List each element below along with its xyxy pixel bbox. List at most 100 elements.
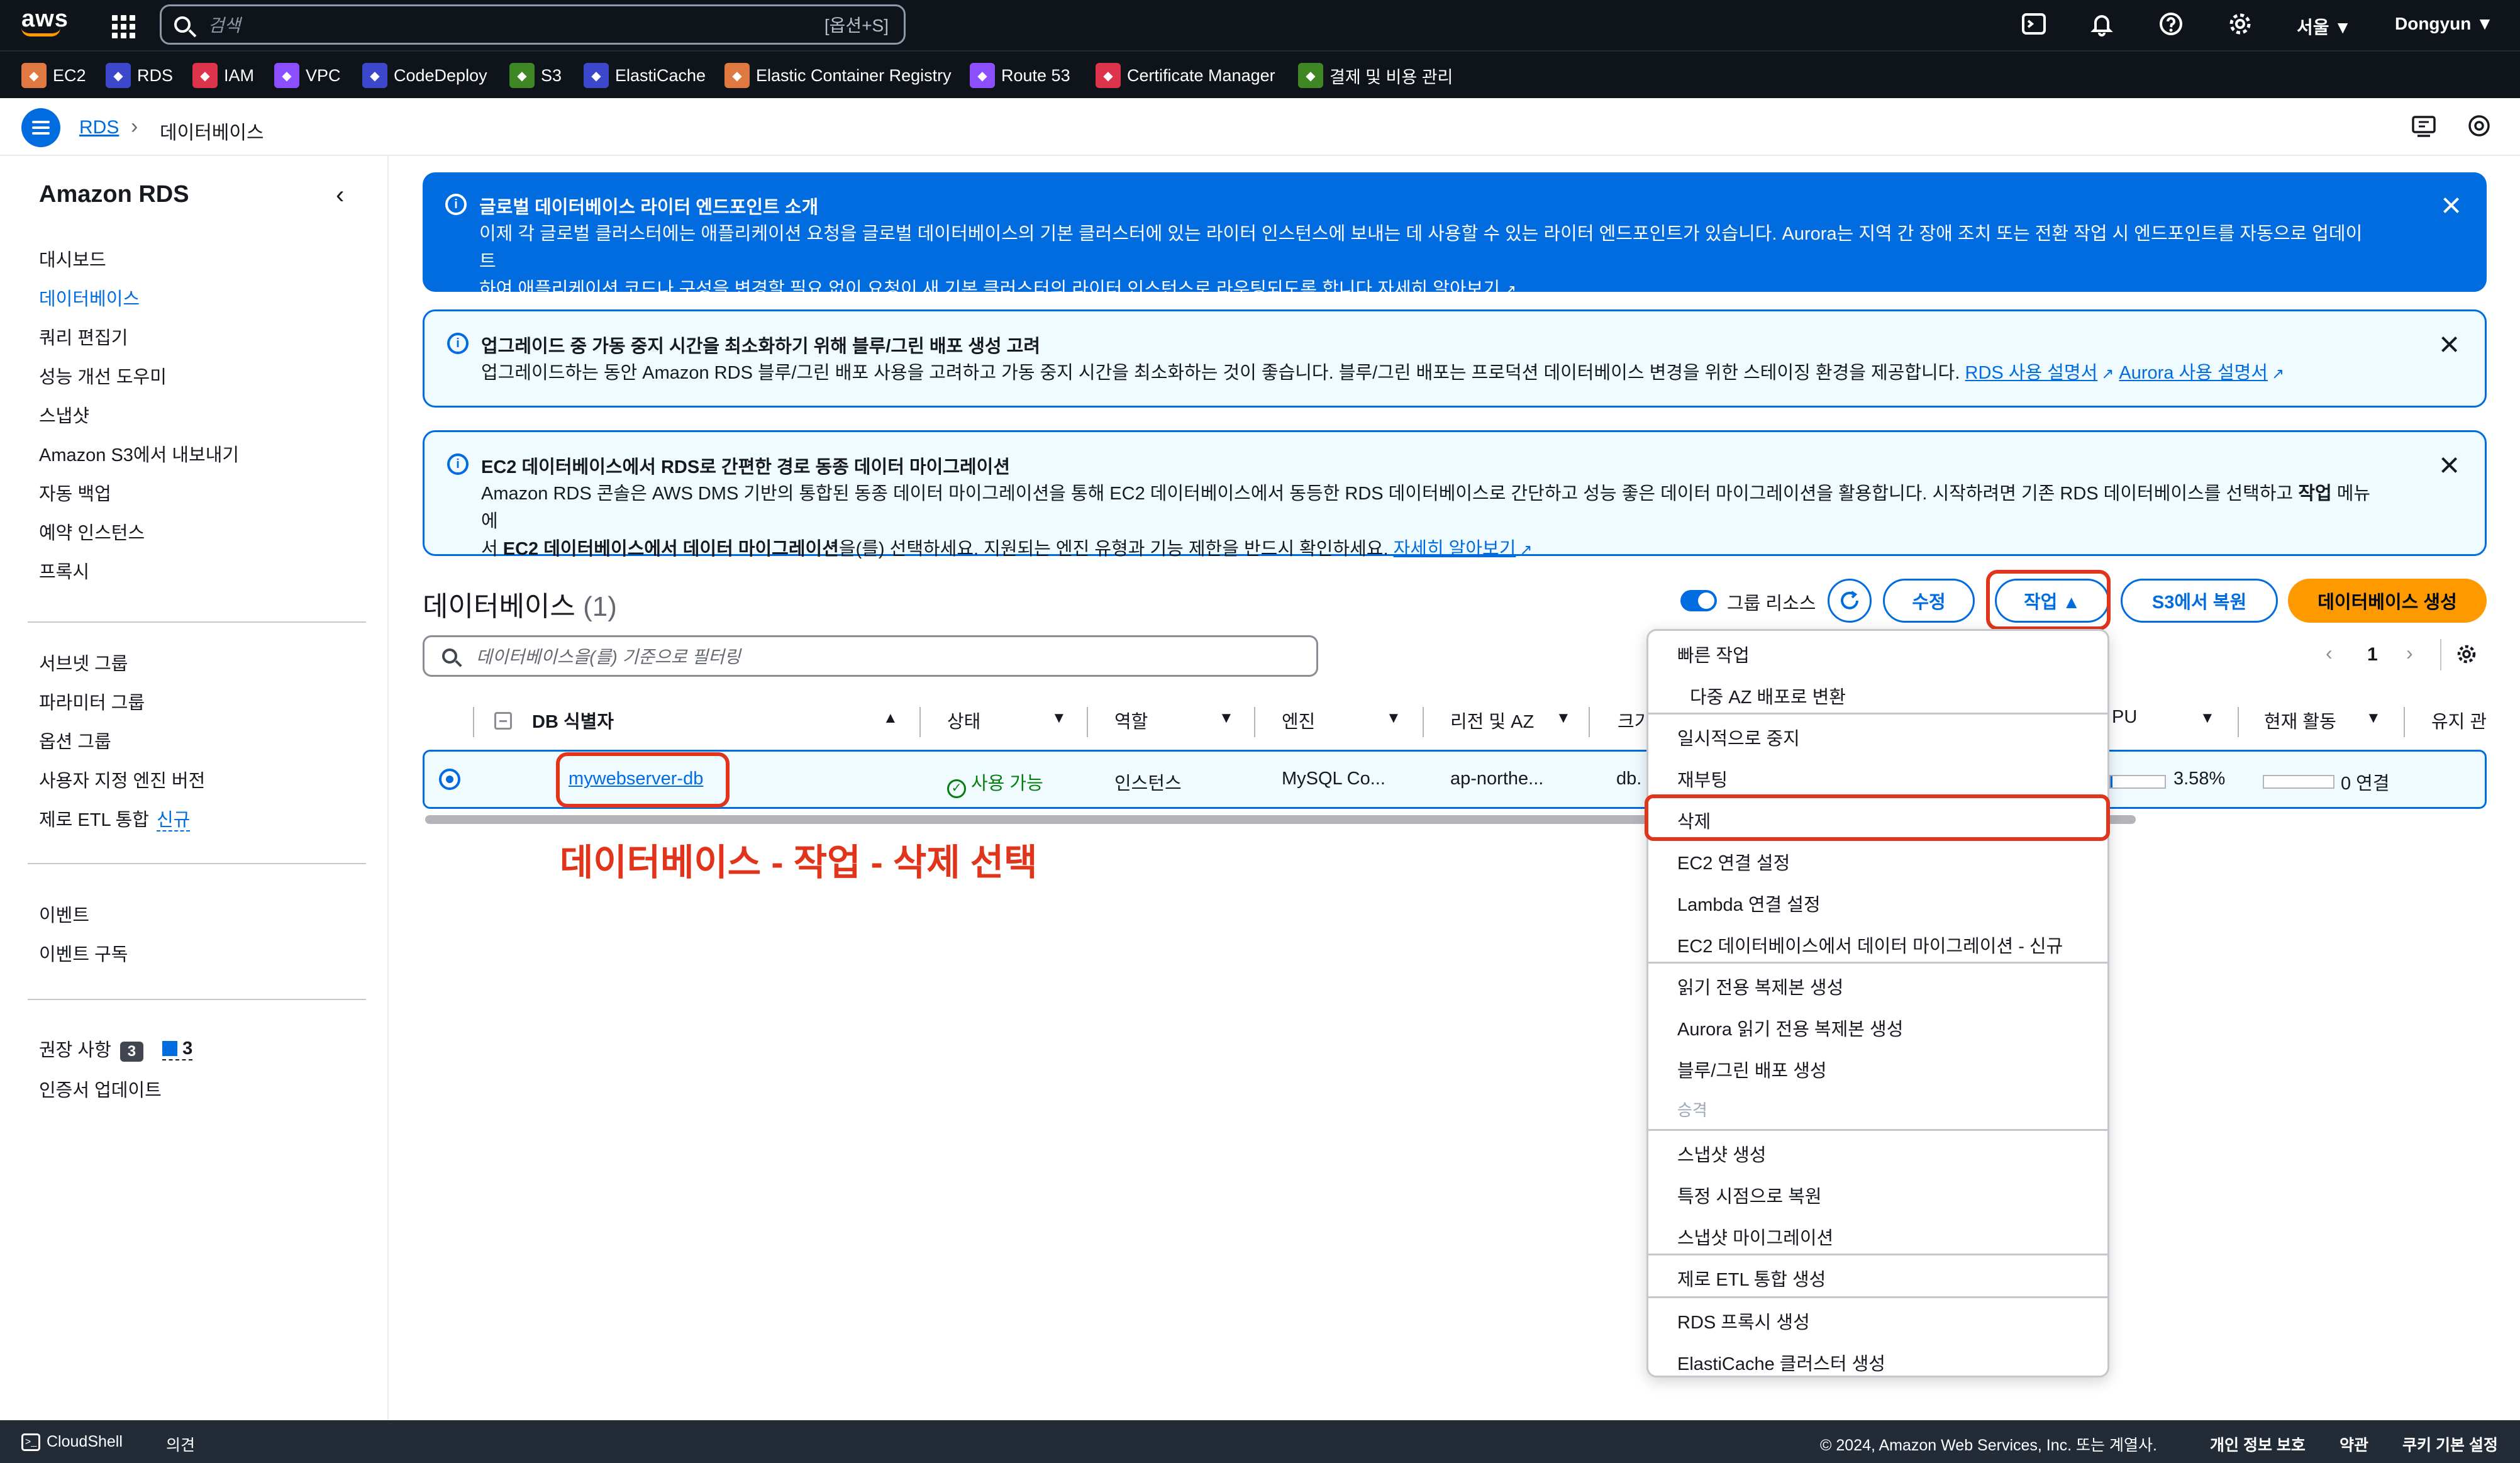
sort-icon[interactable]: ▼ [2366,709,2381,727]
col-engine[interactable]: 엔진 [1282,707,1315,733]
col-region-az[interactable]: 리전 및 AZ [1450,707,1534,733]
sort-icon[interactable]: ▼ [1556,709,1571,727]
expand-all-checkbox[interactable] [494,712,512,730]
help-icon[interactable] [2157,11,2185,39]
sort-ascending-icon[interactable]: ▲ [883,709,898,727]
sidebar-item[interactable]: 이벤트 구독 [39,940,128,966]
feedback-link[interactable]: 의견 [166,1433,195,1455]
search-input[interactable]: 검색 [옵션+S] [160,4,906,45]
menu-item-aurora-read-replica[interactable]: Aurora 읽기 전용 복제본 생성 [1677,1015,1903,1041]
sidebar-item[interactable]: 쿼리 편집기 [39,323,128,350]
aurora-user-guide-link[interactable]: Aurora 사용 설명서 [2119,363,2268,383]
menu-item-reboot[interactable]: 재부팅 [1677,765,1728,792]
menu-item-data-migration[interactable]: EC2 데이터베이스에서 데이터 마이그레이션 - 신규 [1677,932,2063,958]
favorite-vpc[interactable]: ◆ VPC [274,63,341,88]
cloudshell-icon[interactable] [2020,11,2048,39]
terms-link[interactable]: 약관 [2340,1433,2368,1455]
sidebar-item[interactable]: 파라미터 그룹 [39,688,145,715]
group-resources-toggle[interactable] [1680,590,1717,611]
sort-icon[interactable]: ▼ [2200,709,2215,727]
sidebar-item[interactable]: 제로 ETL 통합 신규 [39,805,191,832]
refresh-button[interactable] [1828,579,1872,623]
next-page-icon[interactable]: › [2406,642,2413,665]
favorite-certificate-manager[interactable]: ◆ Certificate Manager [1096,63,1275,88]
modify-button[interactable]: 수정 [1883,579,1975,623]
col-role[interactable]: 역할 [1114,707,1148,733]
cloudshell-button[interactable]: >_ CloudShell [21,1433,123,1452]
sidebar-item[interactable]: 자동 백업 [39,479,111,506]
close-icon[interactable]: × [2439,447,2460,482]
breadcrumb-rds[interactable]: RDS [79,117,119,138]
breadcrumb-current: 데이터베이스 [160,123,264,143]
close-icon[interactable]: × [2439,326,2460,362]
menu-item-blue-green[interactable]: 블루/그린 배포 생성 [1677,1056,1827,1082]
favorite-billing[interactable]: ◆ 결제 및 비용 관리 [1298,63,1453,88]
menu-item-point-in-time[interactable]: 특정 시점으로 복원 [1677,1182,1822,1208]
sidebar-item-cert-update[interactable]: 인증서 업데이트 [39,1076,162,1102]
rds-user-guide-link[interactable]: RDS 사용 설명서 [1965,363,2098,383]
menu-item-stop[interactable]: 일시적으로 중지 [1677,724,1800,750]
gear-icon[interactable] [2226,11,2254,39]
sidebar-item[interactable]: 성능 개선 도우미 [39,362,167,389]
menu-item-snapshot[interactable]: 스냅샷 생성 [1677,1140,1766,1167]
services-grid-icon[interactable] [109,13,135,38]
sidebar-item[interactable]: 대시보드 [39,245,106,272]
filter-input[interactable]: 데이터베이스을(를) 기준으로 필터링 [423,635,1318,677]
footer: >_ CloudShell 의견 © 2024, Amazon Web Servi… [0,1420,2520,1463]
sidebar-item[interactable]: 데이터베이스 [39,284,140,311]
sidebar-item[interactable]: 스냅샷 [39,401,89,428]
menu-icon[interactable] [21,108,60,147]
favorite-ec2[interactable]: ◆ EC2 [21,63,86,88]
menu-item-lambda-connection[interactable]: Lambda 연결 설정 [1677,890,1821,916]
col-maintenance[interactable]: 유지 관 [2431,707,2487,733]
menu-item-ec2-connection[interactable]: EC2 연결 설정 [1677,848,1790,875]
sort-icon[interactable]: ▼ [1052,709,1067,727]
sidebar-item[interactable]: Amazon S3에서 내보내기 [39,440,239,467]
menu-item-migrate-snapshot[interactable]: 스냅샷 마이그레이션 [1677,1223,1833,1250]
sidebar-item-recommendations[interactable]: 권장 사항 3 3 [39,1035,193,1062]
favorite-route-53[interactable]: ◆ Route 53 [970,63,1070,88]
sidebar-item[interactable]: 예약 인스턴스 [39,518,145,545]
region-selector[interactable]: 서울 ▼ [2297,14,2351,39]
row-radio[interactable] [439,769,460,790]
menu-item-convert-multi-az[interactable]: 다중 AZ 배포로 변환 [1690,682,1846,709]
sidebar-item[interactable]: 옵션 그룹 [39,727,111,754]
menu-item-elasticache[interactable]: ElastiCache 클러스터 생성 [1677,1349,1885,1376]
favorite-elasticache[interactable]: ◆ ElastiCache [584,63,706,88]
privacy-link[interactable]: 개인 정보 보호 [2210,1433,2306,1455]
sidebar-item[interactable]: 이벤트 [39,901,89,927]
favorite-s3[interactable]: ◆ S3 [509,63,562,88]
col-status[interactable]: 상태 [947,707,980,733]
aws-logo[interactable]: aws [21,6,72,44]
favorite-rds[interactable]: ◆ RDS [106,63,173,88]
recommendation-info-badge[interactable]: 3 [162,1038,193,1060]
favorite-codedeploy[interactable]: ◆ CodeDeploy [362,63,487,88]
col-db-identifier[interactable]: DB 식별자 [532,707,614,733]
sidebar-item[interactable]: 사용자 지정 엔진 버전 [39,766,205,793]
sidebar-item[interactable]: 서브넷 그룹 [39,649,128,676]
feedback-panel-icon[interactable] [2411,113,2436,142]
user-menu[interactable]: Dongyun ▼ [2395,14,2494,34]
favorite-iam[interactable]: ◆ IAM [192,63,254,88]
restore-from-s3-button[interactable]: S3에서 복원 [2121,579,2278,623]
sort-icon[interactable]: ▼ [1386,709,1401,727]
learn-more-link[interactable]: 자세히 알아보기 [1377,279,1500,299]
menu-item-rds-proxy[interactable]: RDS 프록시 생성 [1677,1308,1810,1334]
menu-item-read-replica[interactable]: 읽기 전용 복제본 생성 [1677,973,1843,999]
cookie-preferences-link[interactable]: 쿠키 기본 설정 [2402,1433,2498,1455]
favorite-elastic-container-registry[interactable]: ◆ Elastic Container Registry [724,63,952,88]
col-current-activity[interactable]: 현재 활동 [2264,707,2336,733]
create-database-button[interactable]: 데이터베이스 생성 [2288,579,2487,623]
bell-icon[interactable] [2088,11,2116,39]
status-icon[interactable] [2467,113,2492,142]
prev-page-icon[interactable]: ‹ [2326,642,2333,665]
learn-more-link[interactable]: 자세히 알아보기 [1394,539,1516,559]
menu-item-zero-etl[interactable]: 제로 ETL 통합 생성 [1677,1265,1826,1291]
collapse-sidebar-icon[interactable]: ‹ [336,181,344,209]
close-icon[interactable]: × [2441,187,2462,223]
sort-icon[interactable]: ▼ [1219,709,1234,727]
table-settings-icon[interactable] [2455,643,2478,669]
page-number[interactable]: 1 [2367,644,2378,665]
col-cpu[interactable]: PU [2112,707,2137,728]
sidebar-item[interactable]: 프록시 [39,557,89,584]
